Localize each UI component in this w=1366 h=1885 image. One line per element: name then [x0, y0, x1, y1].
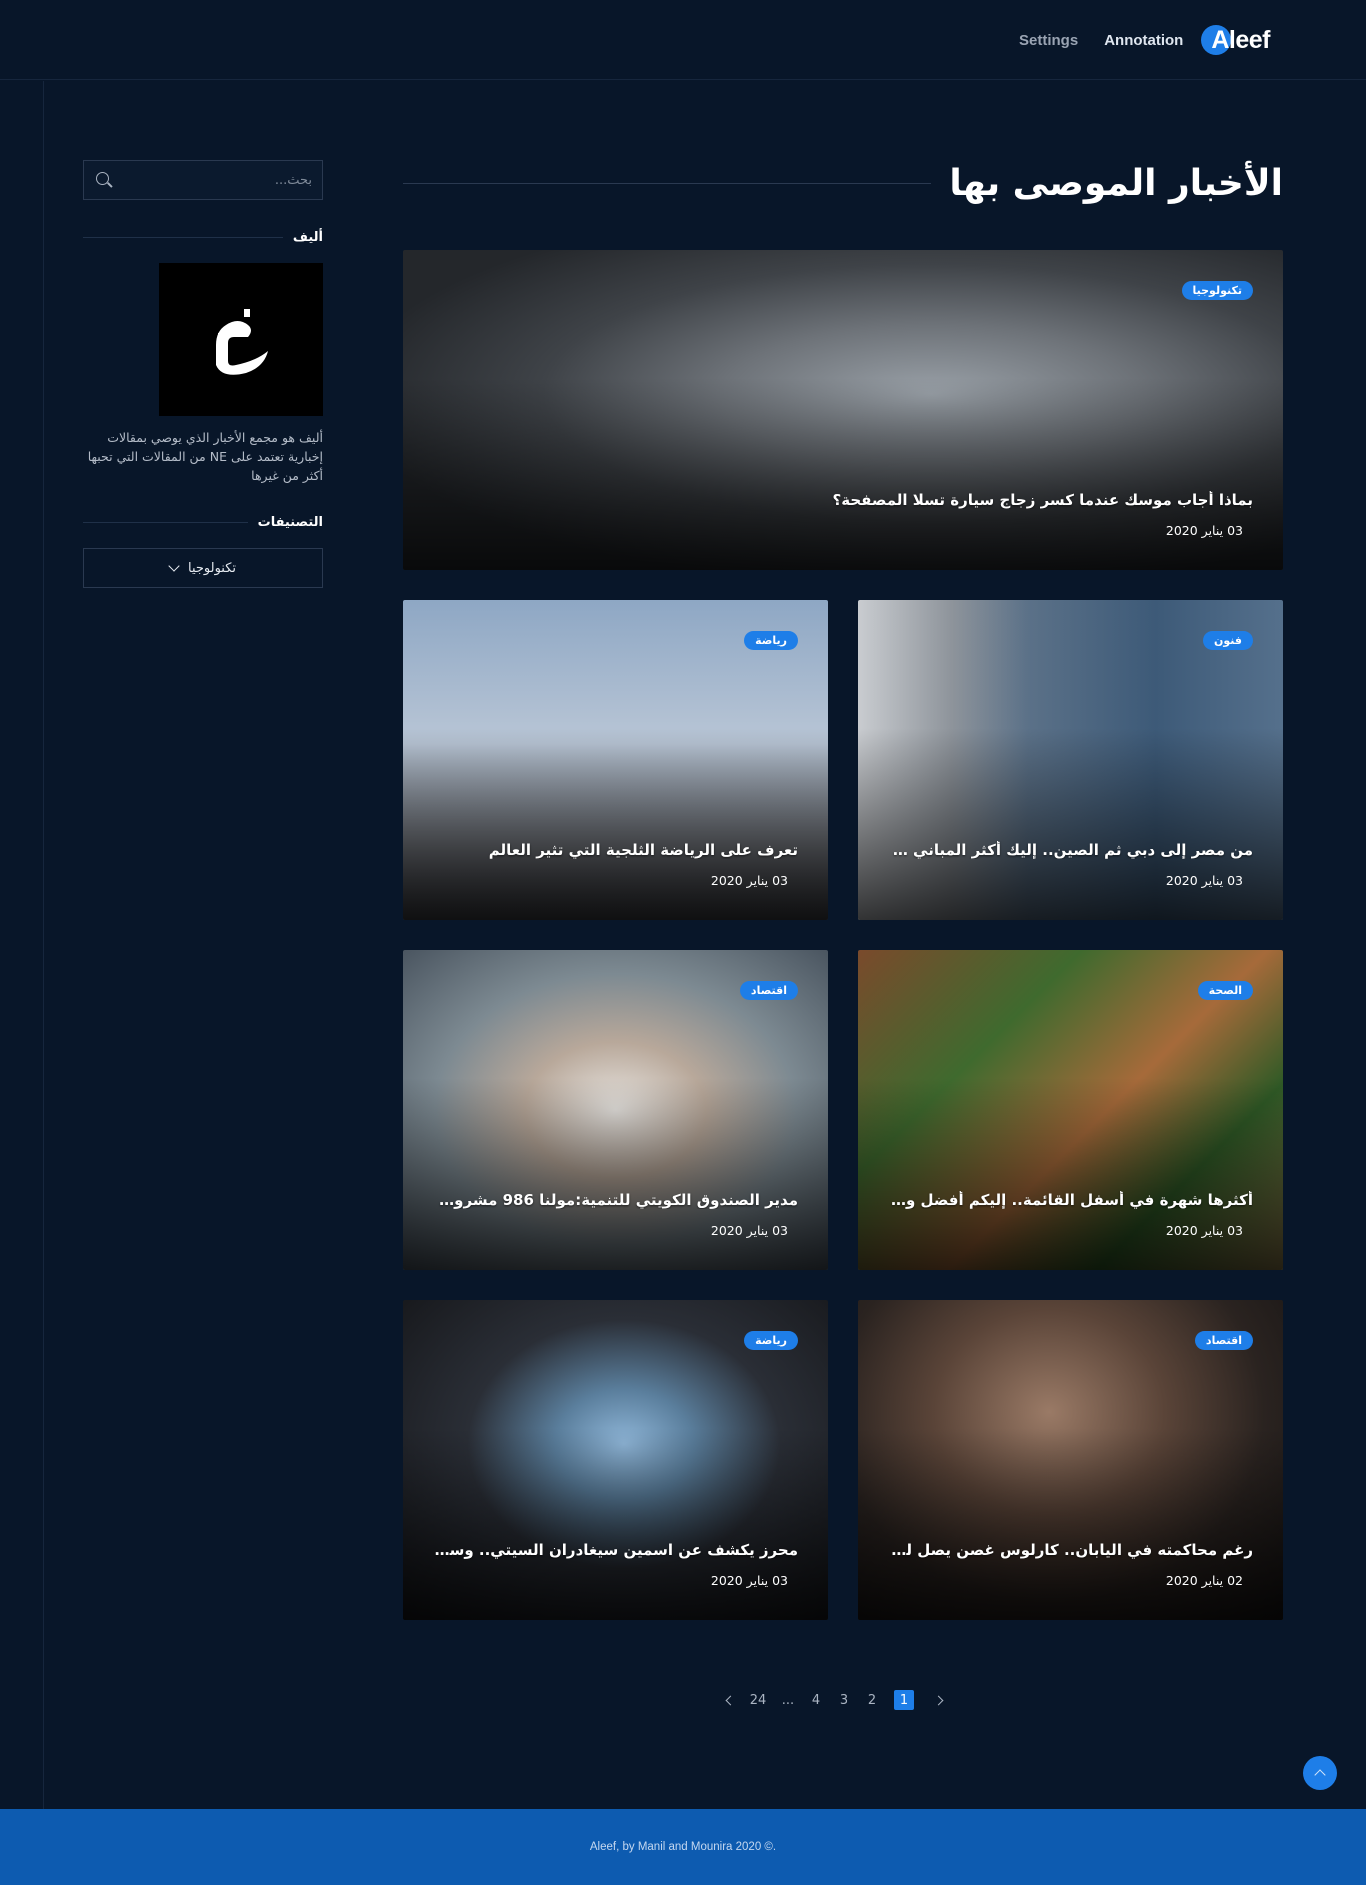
footer: Aleef, by Manil and Mounira 2020 ©. — [0, 1809, 1366, 1885]
category-badge[interactable]: رياضة — [744, 631, 798, 650]
top-navbar: Settings Annotation Aleef — [0, 0, 1366, 80]
footer-copyright: Aleef, by Manil and Mounira 2020 ©. — [589, 1841, 777, 1853]
category-badge[interactable]: تكنولوجيا — [1181, 281, 1253, 300]
pagination-next[interactable] — [928, 1690, 948, 1710]
article-card[interactable]: الصحة أكثرها شهرة في أسفل القائمة.. إليك… — [858, 950, 1283, 1270]
logo-text: Aleef — [1211, 25, 1270, 54]
title-divider — [403, 182, 932, 184]
back-to-top-button[interactable] — [1303, 1756, 1337, 1790]
article-date: 03 يناير 2020 — [710, 1573, 788, 1588]
article-title[interactable]: تعرف على الرياضة الثلجية التي تثير العال… — [433, 841, 798, 859]
chevron-left-icon — [725, 1695, 735, 1705]
about-logo-image — [159, 263, 323, 416]
pagination: 24 ... 4 3 2 1 — [720, 1688, 948, 1712]
article-title[interactable]: بماذا أجاب موسك عندما كسر زجاج سيارة تسل… — [433, 491, 1253, 509]
page-link[interactable]: 24 — [748, 1690, 768, 1710]
nav-links: Settings Annotation Aleef — [1019, 0, 1270, 80]
article-date: 03 يناير 2020 — [1165, 1223, 1243, 1238]
article-date: 03 يناير 2020 — [1165, 523, 1243, 538]
brand-logo[interactable]: Aleef — [1201, 20, 1270, 60]
page-ellipsis: ... — [781, 1692, 795, 1708]
article-card[interactable]: اقتصاد رغم محاكمته في اليابان.. كارلوس غ… — [858, 1300, 1283, 1620]
category-badge[interactable]: الصحة — [1197, 981, 1253, 1000]
search-input[interactable] — [114, 172, 312, 188]
nav-annotation-link[interactable]: Annotation — [1104, 32, 1183, 49]
aleef-calligraphy-icon — [216, 308, 268, 375]
article-title[interactable]: مدير الصندوق الكويتي للتنمية:مولنا 986 م… — [433, 1191, 798, 1209]
article-card-featured[interactable]: تكنولوجيا بماذا أجاب موسك عندما كسر زجاج… — [403, 250, 1283, 570]
about-heading-label: أليف — [292, 230, 323, 245]
article-date: 03 يناير 2020 — [710, 873, 788, 888]
heading-divider — [83, 522, 248, 523]
sidebar: أليف أليف هو مجمع الأخبار الذي يوصي بمقا… — [83, 160, 323, 588]
pagination-prev[interactable] — [720, 1690, 740, 1710]
article-title[interactable]: أكثرها شهرة في أسفل القائمة.. إليكم أفضل… — [888, 1191, 1253, 1209]
about-heading: أليف — [83, 230, 323, 245]
article-card[interactable]: فنون من مصر إلى دبي ثم الصين.. إليك أكثر… — [858, 600, 1283, 920]
page-link[interactable]: 3 — [834, 1690, 854, 1710]
category-badge[interactable]: اقتصاد — [1194, 1331, 1253, 1350]
article-card[interactable]: رياضة تعرف على الرياضة الثلجية التي تثير… — [403, 600, 828, 920]
chevron-up-icon — [1314, 1769, 1326, 1781]
article-date: 02 يناير 2020 — [1165, 1573, 1243, 1588]
article-card[interactable]: اقتصاد مدير الصندوق الكويتي للتنمية:مولن… — [403, 950, 828, 1270]
heading-divider — [83, 237, 283, 238]
article-title[interactable]: محرز يكشف عن اسمين سيغادران السيتي.. وسم… — [433, 1541, 798, 1559]
nav-settings-link[interactable]: Settings — [1019, 32, 1078, 49]
chevron-right-icon — [933, 1695, 943, 1705]
search-box — [83, 160, 323, 200]
category-dropdown-value: تكنولوجيا — [187, 560, 237, 576]
category-badge[interactable]: اقتصاد — [739, 981, 798, 1000]
page-link-active[interactable]: 1 — [894, 1690, 914, 1710]
category-badge[interactable]: فنون — [1203, 631, 1253, 650]
article-date: 03 يناير 2020 — [1165, 873, 1243, 888]
article-card[interactable]: رياضة محرز يكشف عن اسمين سيغادران السيتي… — [403, 1300, 828, 1620]
category-dropdown[interactable]: تكنولوجيا — [83, 548, 323, 588]
categories-heading-label: التصنيفات — [257, 515, 323, 530]
chevron-down-icon — [168, 560, 180, 572]
article-title[interactable]: رغم محاكمته في اليابان.. كارلوس غصن يصل … — [888, 1541, 1253, 1559]
left-divider — [43, 81, 44, 1809]
section-header: الأخبار الموصى بها — [403, 158, 1283, 208]
article-title[interactable]: من مصر إلى دبي ثم الصين.. إليك أكثر المب… — [888, 841, 1253, 859]
category-badge[interactable]: رياضة — [744, 1331, 798, 1350]
page-link[interactable]: 2 — [862, 1690, 882, 1710]
about-description: أليف هو مجمع الأخبار الذي يوصي بمقالات إ… — [87, 430, 323, 483]
article-date: 03 يناير 2020 — [710, 1223, 788, 1238]
categories-heading: التصنيفات — [83, 515, 323, 530]
page-title: الأخبار الموصى بها — [949, 162, 1283, 204]
search-icon[interactable] — [94, 170, 114, 190]
page-link[interactable]: 4 — [806, 1690, 826, 1710]
